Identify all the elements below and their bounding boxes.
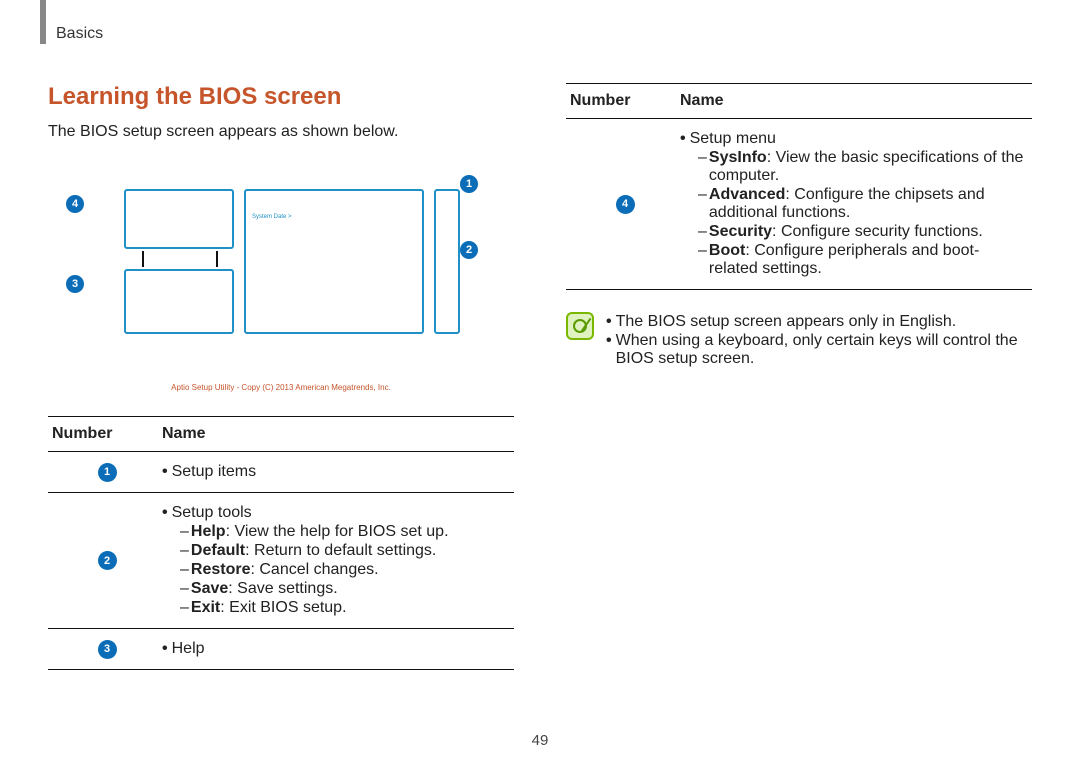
- diagram-box-help: [124, 269, 234, 334]
- legend-sub-bold: Advanced: [709, 186, 785, 203]
- legend-header-number: Number: [570, 92, 680, 110]
- diagram-box-menu: [124, 189, 234, 249]
- dash-icon: [698, 149, 709, 185]
- legend-sub-text: : Cancel changes.: [250, 561, 378, 578]
- legend-sub-text: : Exit BIOS setup.: [220, 599, 346, 616]
- number-badge-icon: 2: [98, 551, 117, 570]
- left-column: Learning the BIOS screen The BIOS setup …: [48, 83, 514, 670]
- callout-4-icon: 4: [66, 195, 84, 213]
- breadcrumb: Basics: [56, 25, 1032, 43]
- legend-sub-bold: Save: [191, 580, 228, 597]
- legend-sub-text: : Return to default settings.: [245, 542, 436, 559]
- note-text: The BIOS setup screen appears only in En…: [616, 313, 957, 331]
- diagram-divider: [142, 251, 144, 267]
- bullet-icon: [606, 313, 616, 331]
- bullet-icon: [162, 504, 172, 522]
- legend-row: 3 Help: [48, 629, 514, 670]
- page-title: Learning the BIOS screen: [48, 83, 514, 111]
- legend-sub-bold: Help: [191, 523, 226, 540]
- diagram-footer: Aptio Setup Utility - Copy (C) 2013 Amer…: [48, 383, 514, 392]
- legend-sub-bold: Restore: [191, 561, 251, 578]
- legend-item-title: Setup menu: [690, 130, 776, 148]
- legend-sub-text: : Configure peripherals and boot-related…: [709, 242, 979, 277]
- legend-sub-bold: Default: [191, 542, 245, 559]
- legend-sub-bold: Exit: [191, 599, 220, 616]
- dash-icon: [698, 242, 709, 278]
- legend-header-name: Name: [162, 425, 510, 443]
- diagram-box-items: [244, 189, 424, 334]
- bullet-icon: [680, 130, 690, 148]
- legend-item-title: Help: [172, 640, 205, 658]
- legend-row: 1 Setup items: [48, 452, 514, 493]
- diagram-divider: [216, 251, 218, 267]
- dash-icon: [180, 523, 191, 541]
- legend-sub-bold: Security: [709, 223, 772, 240]
- legend-item-title: Setup tools: [172, 504, 252, 522]
- legend-table-left: Number Name 1 Setup items 2 Setup tools …: [48, 416, 514, 670]
- note-block: The BIOS setup screen appears only in En…: [566, 312, 1032, 369]
- legend-sub-text: : Configure security functions.: [772, 223, 983, 240]
- legend-table-right: Number Name 4 Setup menu SysInfo: View t…: [566, 83, 1032, 290]
- bios-diagram: System Date > 1 2 3 4: [64, 169, 504, 369]
- dash-icon: [180, 542, 191, 560]
- note-icon: [566, 312, 594, 340]
- callout-1-icon: 1: [460, 175, 478, 193]
- legend-sub-text: : Save settings.: [228, 580, 337, 597]
- right-column: Number Name 4 Setup menu SysInfo: View t…: [566, 83, 1032, 670]
- dash-icon: [180, 561, 191, 579]
- page-number: 49: [532, 732, 549, 749]
- legend-row: 4 Setup menu SysInfo: View the basic spe…: [566, 119, 1032, 290]
- legend-item-title: Setup items: [172, 463, 256, 481]
- note-text: When using a keyboard, only certain keys…: [616, 332, 1032, 368]
- legend-sub-bold: Boot: [709, 242, 745, 259]
- diagram-box-tools: [434, 189, 460, 334]
- diagram-sample-text: System Date >: [252, 214, 292, 220]
- bullet-icon: [162, 463, 172, 481]
- legend-header-number: Number: [52, 425, 162, 443]
- dash-icon: [180, 599, 191, 617]
- header-accent: [40, 0, 46, 44]
- legend-row: 2 Setup tools Help: View the help for BI…: [48, 493, 514, 629]
- bullet-icon: [606, 332, 616, 368]
- legend-sub-text: : View the help for BIOS set up.: [226, 523, 449, 540]
- bullet-icon: [162, 640, 172, 658]
- number-badge-icon: 4: [616, 195, 635, 214]
- callout-2-icon: 2: [460, 241, 478, 259]
- legend-sub-bold: SysInfo: [709, 149, 767, 166]
- number-badge-icon: 1: [98, 463, 117, 482]
- number-badge-icon: 3: [98, 640, 117, 659]
- intro-text: The BIOS setup screen appears as shown b…: [48, 123, 514, 141]
- callout-3-icon: 3: [66, 275, 84, 293]
- dash-icon: [180, 580, 191, 598]
- legend-header-name: Name: [680, 92, 1028, 110]
- dash-icon: [698, 223, 709, 241]
- dash-icon: [698, 186, 709, 222]
